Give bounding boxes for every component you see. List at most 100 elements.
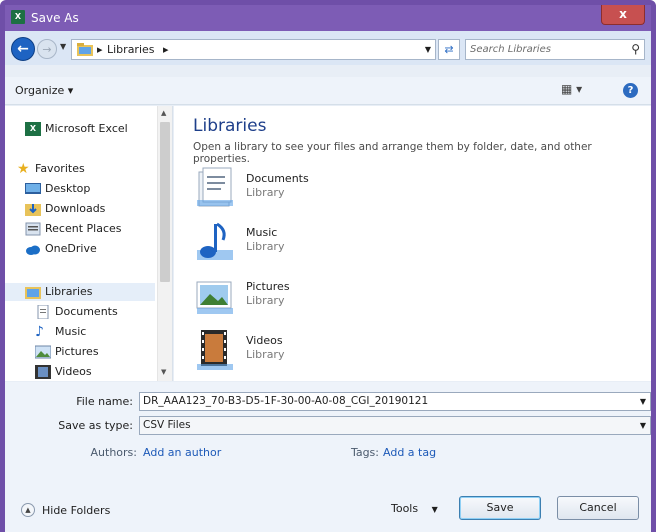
organize-menu[interactable]: Organize ▾	[15, 84, 73, 97]
nav-label: Favorites	[35, 162, 85, 175]
library-type: Library	[246, 348, 285, 361]
onedrive-cloud-icon	[26, 245, 40, 255]
recent-locations-dropdown[interactable]: ▼	[60, 42, 66, 51]
save-options-panel: File name: DR_AAA123_70-B3-D5-1F-30-00-A…	[5, 382, 651, 532]
excel-icon: X	[11, 10, 25, 24]
excel-icon: X	[25, 122, 41, 136]
nav-item-pictures[interactable]: Pictures	[5, 343, 155, 361]
close-button[interactable]: x	[601, 5, 645, 25]
authors-label: Authors:	[90, 446, 137, 459]
nav-item-onedrive[interactable]: OneDrive	[5, 240, 155, 258]
library-type: Library	[246, 186, 285, 199]
save-as-type-value: CSV Files	[143, 419, 191, 431]
nav-item-documents[interactable]: Documents	[5, 303, 155, 321]
address-bar: ← → ▼ ▸ Libraries ▸ ▼ ⇄ ⚲	[5, 31, 651, 65]
content-pane: Libraries Open a library to see your fil…	[174, 106, 651, 381]
tags-label: Tags:	[350, 446, 379, 459]
library-item-documents[interactable]: Documents Library	[193, 166, 393, 214]
hide-folders-label: Hide Folders	[42, 504, 111, 517]
window-title: Save As	[31, 11, 79, 25]
change-view-button[interactable]: ▦ ▾	[561, 82, 582, 96]
command-toolbar: Organize ▾ ▦ ▾ ?	[5, 77, 651, 105]
nav-label: Desktop	[45, 182, 91, 195]
nav-label: Recent Places	[45, 222, 122, 235]
tools-label: Tools	[391, 502, 419, 515]
nav-item-libraries[interactable]: Libraries	[5, 283, 155, 301]
navigation-pane: X Microsoft Excel ★ Favorites Desktop Do…	[5, 106, 173, 381]
page-subtitle: Open a library to see your files and arr…	[193, 141, 592, 165]
save-as-type-label: Save as type:	[58, 419, 133, 432]
forward-button[interactable]: →	[37, 39, 57, 59]
nav-label: OneDrive	[45, 242, 97, 255]
videos-icon	[35, 365, 51, 379]
file-name-input[interactable]: DR_AAA123_70-B3-D5-1F-30-00-A0-08_CGI_20…	[139, 392, 651, 411]
cancel-button[interactable]: Cancel	[557, 496, 639, 520]
music-note-icon: ♪	[35, 324, 44, 340]
library-item-music[interactable]: Music Library	[193, 220, 393, 268]
music-library-icon	[197, 222, 233, 260]
nav-item-microsoft-excel[interactable]: X Microsoft Excel	[5, 120, 155, 138]
videos-library-icon	[197, 330, 233, 370]
path-breadcrumb[interactable]: ▸ Libraries ▸ ▼	[71, 39, 436, 60]
page-title: Libraries	[193, 116, 267, 136]
pictures-icon	[35, 345, 51, 359]
library-type: Library	[246, 294, 285, 307]
add-author-link[interactable]: Add an author	[143, 446, 221, 459]
search-box[interactable]: ⚲	[465, 39, 645, 60]
add-tag-link[interactable]: Add a tag	[383, 446, 436, 459]
pictures-library-icon	[196, 281, 233, 314]
chevron-up-icon: ▲	[21, 503, 35, 517]
scrollbar-thumb[interactable]	[160, 122, 170, 282]
library-type: Library	[246, 240, 285, 253]
search-input[interactable]	[470, 42, 620, 57]
nav-label: Downloads	[45, 202, 106, 215]
nav-label: Libraries	[45, 285, 93, 298]
file-name-label: File name:	[76, 395, 133, 408]
nav-scrollbar[interactable]: ▲ ▼	[157, 106, 172, 381]
library-name: Pictures	[246, 280, 290, 293]
save-as-type-dropdown-icon[interactable]: ▼	[640, 421, 646, 430]
libraries-folder-icon	[77, 43, 93, 56]
save-as-dialog: X Save As x ← → ▼ ▸ Libraries ▸ ▼ ⇄ ⚲ Or…	[0, 0, 656, 532]
desktop-icon	[25, 183, 41, 194]
libraries-folder-icon	[25, 287, 41, 299]
documents-icon	[37, 305, 49, 319]
save-button[interactable]: Save	[459, 496, 541, 520]
file-name-value: DR_AAA123_70-B3-D5-1F-30-00-A0-08_CGI_20…	[143, 395, 429, 407]
recent-places-icon	[25, 222, 41, 236]
breadcrumb-separator[interactable]: ▸	[163, 43, 169, 56]
nav-item-downloads[interactable]: Downloads	[5, 200, 155, 218]
nav-label: Pictures	[55, 345, 99, 358]
library-name: Videos	[246, 334, 283, 347]
search-icon[interactable]: ⚲	[631, 42, 640, 56]
back-button[interactable]: ←	[11, 37, 35, 61]
tools-menu[interactable]: Tools ▼	[391, 502, 438, 515]
breadcrumb-separator: ▸	[97, 43, 103, 56]
breadcrumb-libraries[interactable]: Libraries	[107, 43, 155, 56]
nav-item-favorites[interactable]: ★ Favorites	[5, 160, 155, 178]
library-item-videos[interactable]: Videos Library	[193, 328, 393, 376]
nav-label: Videos	[55, 365, 92, 378]
save-as-type-select[interactable]: CSV Files ▼	[139, 416, 651, 435]
tools-dropdown-icon: ▼	[431, 505, 438, 514]
scroll-up-arrow-icon[interactable]: ▲	[161, 109, 166, 117]
nav-item-music[interactable]: ♪ Music	[5, 323, 155, 341]
documents-library-icon	[197, 167, 233, 207]
title-bar: X Save As x	[5, 5, 651, 31]
file-name-dropdown-icon[interactable]: ▼	[640, 397, 646, 406]
nav-item-desktop[interactable]: Desktop	[5, 180, 155, 198]
path-dropdown-icon[interactable]: ▼	[425, 45, 431, 54]
nav-label: Music	[55, 325, 87, 338]
library-item-pictures[interactable]: Pictures Library	[193, 274, 393, 322]
library-name: Documents	[246, 172, 309, 185]
scroll-down-arrow-icon[interactable]: ▼	[161, 368, 166, 376]
nav-label: Documents	[55, 305, 118, 318]
nav-item-recent-places[interactable]: Recent Places	[5, 220, 155, 238]
star-icon: ★	[17, 161, 30, 177]
refresh-button[interactable]: ⇄	[438, 39, 460, 60]
nav-label: Microsoft Excel	[45, 122, 128, 135]
nav-item-videos[interactable]: Videos	[5, 363, 155, 381]
library-name: Music	[246, 226, 278, 239]
downloads-icon	[25, 204, 41, 216]
help-icon[interactable]: ?	[623, 83, 638, 98]
